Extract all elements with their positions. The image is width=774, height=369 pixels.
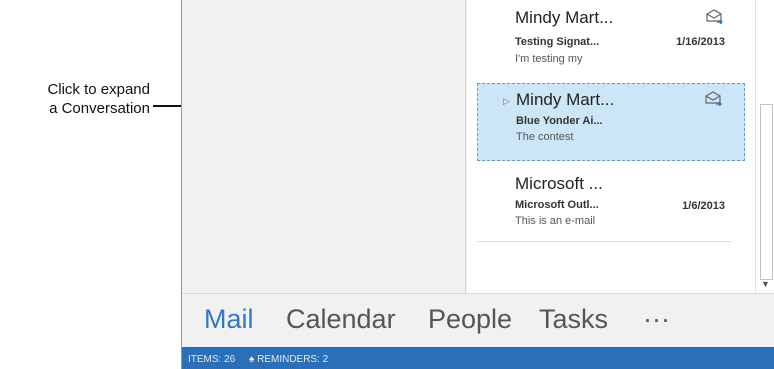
message-list[interactable]: Mindy Mart... Testing Signat... I'm test… bbox=[467, 0, 755, 293]
message-subject: Microsoft Outl... bbox=[515, 199, 599, 211]
nav-calendar[interactable]: Calendar bbox=[286, 304, 396, 335]
navigation-bar: Mail Calendar People Tasks ··· bbox=[182, 293, 774, 348]
outlook-window: Mindy Mart... Testing Signat... I'm test… bbox=[181, 0, 774, 369]
message-item-selected[interactable]: ▷ Mindy Mart... Blue Yonder Ai... The co… bbox=[477, 83, 745, 161]
message-preview: I'm testing my bbox=[515, 53, 583, 65]
message-date: 1/6/2013 bbox=[682, 200, 725, 212]
scrollbar-thumb[interactable] bbox=[760, 104, 773, 280]
message-subject: Blue Yonder Ai... bbox=[516, 115, 603, 127]
message-sender: Mindy Mart... bbox=[516, 90, 615, 109]
nav-more-button[interactable]: ··· bbox=[643, 304, 670, 335]
message-subject: Testing Signat... bbox=[515, 36, 600, 48]
message-list-scrollbar[interactable]: ▼ bbox=[755, 0, 774, 293]
nav-tasks[interactable]: Tasks bbox=[539, 304, 608, 335]
status-reminders[interactable]: ♠ REMINDERS: 2 bbox=[249, 354, 328, 365]
bell-icon: ♠ bbox=[249, 354, 255, 365]
message-sender: Mindy Mart... bbox=[515, 8, 614, 27]
list-divider bbox=[477, 241, 732, 242]
status-reminders-label: REMINDERS: 2 bbox=[257, 354, 329, 365]
message-date: 1/16/2013 bbox=[676, 36, 725, 48]
envelope-reply-icon bbox=[705, 91, 722, 106]
status-items-count: ITEMS: 26 bbox=[188, 354, 236, 365]
nav-mail[interactable]: Mail bbox=[204, 304, 254, 335]
status-bar: ITEMS: 26 ♠ REMINDERS: 2 bbox=[182, 347, 774, 369]
expand-conversation-icon[interactable]: ▷ bbox=[503, 96, 510, 107]
message-item[interactable]: Mindy Mart... Testing Signat... I'm test… bbox=[477, 0, 745, 80]
message-preview: This is an e-mail bbox=[515, 215, 596, 227]
nav-people[interactable]: People bbox=[428, 304, 512, 335]
message-item[interactable]: Microsoft ... Microsoft Outl... This is … bbox=[477, 168, 745, 248]
folder-pane bbox=[182, 0, 466, 293]
envelope-reply-icon bbox=[706, 9, 723, 24]
message-preview: The contest bbox=[516, 131, 574, 143]
scroll-down-arrow-icon[interactable]: ▼ bbox=[761, 280, 770, 289]
message-sender: Microsoft ... bbox=[515, 174, 603, 193]
